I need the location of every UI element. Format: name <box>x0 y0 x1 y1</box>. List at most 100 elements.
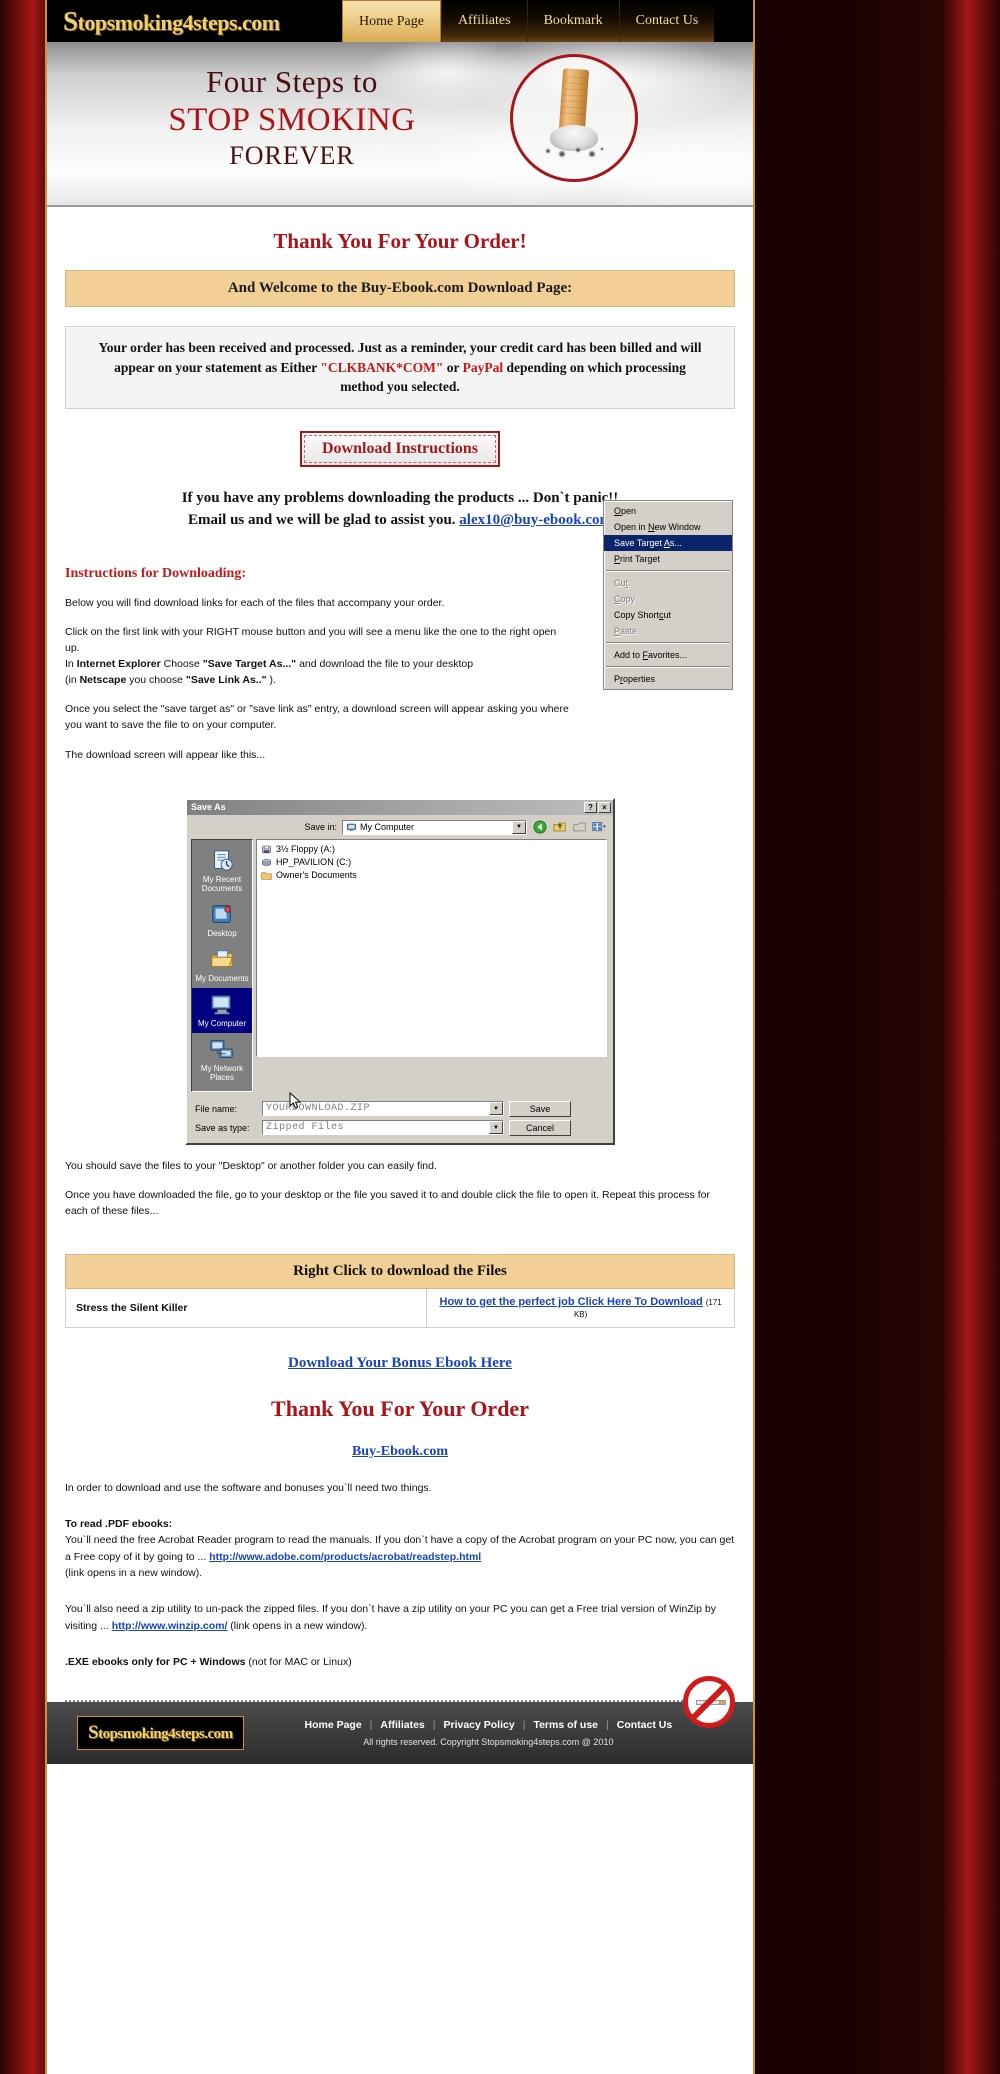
views-icon[interactable] <box>592 820 607 835</box>
instructions-p2-text: Click on the first link with your RIGHT … <box>65 626 557 655</box>
context-menu-item-open-in-new-window[interactable]: Open in New Window <box>604 519 732 535</box>
footer-divider-glyph: | <box>369 1719 373 1732</box>
floppy-drive-icon <box>262 845 271 853</box>
file-name-label: File name: <box>195 1103 238 1114</box>
download-row-link-cell: How to get the perfect job Click Here To… <box>426 1287 735 1328</box>
pdf-section-text-2: (link opens in a new window). <box>65 1567 203 1579</box>
save-as-titlebar: Save As ? × <box>187 799 613 815</box>
cancel-button[interactable]: Cancel <box>509 1119 571 1136</box>
context-menu-item-paste: Paste <box>614 626 638 636</box>
browser-context-menu[interactable]: Open Open in New Window Save Target As..… <box>603 500 733 690</box>
footer-link-terms-of-use[interactable]: Terms of use <box>533 1719 598 1731</box>
nav-tab-contact-us[interactable]: Contact Us <box>618 0 715 42</box>
nav-tab-affiliates[interactable]: Affiliates <box>440 0 527 42</box>
footer-divider-glyph: | <box>606 1719 609 1732</box>
footer-divider-glyph: | <box>522 1719 526 1732</box>
footer-link-home-page[interactable]: Home Page <box>304 1719 361 1731</box>
place-my-documents[interactable]: My Documents <box>192 943 252 988</box>
file-list-item-label: HP_PAVILION (C:) <box>276 856 352 867</box>
support-email-link[interactable]: alex10@buy-ebook.com <box>459 512 612 528</box>
file-list-item[interactable]: Owner's Documents <box>260 869 603 882</box>
no-smoking-icon <box>683 1676 735 1729</box>
exe-note-rest: (not for MAC or Linux) <box>248 1655 352 1668</box>
my-computer-icon <box>211 994 231 1014</box>
instructions-paragraph-5: You should save the files to your "Deskt… <box>65 1159 437 1172</box>
context-menu-item-open[interactable]: Open <box>604 503 732 519</box>
footer-logo-rest: topsmoking4steps.com <box>98 1726 233 1743</box>
save-in-row: Save in: My Computer ▼ <box>187 815 613 839</box>
context-menu-item-save-target-as[interactable]: Save Target As... <box>604 535 732 551</box>
instructions-p2b-mid: Choose <box>160 657 203 670</box>
back-icon[interactable] <box>532 820 547 835</box>
save-as-window-buttons: ? × <box>584 801 611 813</box>
place-my-computer[interactable]: My Computer <box>192 987 252 1033</box>
bonus-ebook-link[interactable]: Download Your Bonus Ebook Here <box>288 1355 512 1371</box>
up-one-level-icon[interactable] <box>552 820 567 835</box>
download-table-header: Right Click to download the Files <box>65 1253 735 1289</box>
instructions-paragraph-1: Below you will find download links for e… <box>65 596 445 609</box>
chevron-down-icon[interactable]: ▼ <box>489 1121 503 1135</box>
zip-section: You`ll also need a zip utility to un-pac… <box>65 1601 735 1634</box>
context-menu-item-copy-shortcut[interactable]: Copy Shortcut <box>604 607 732 623</box>
footer-divider-glyph: | <box>432 1719 436 1732</box>
create-folder-icon[interactable] <box>572 820 587 835</box>
netscape-label: Netscape <box>79 673 127 686</box>
hero-banner: Four Steps to STOP SMOKING FOREVER <box>47 42 753 207</box>
internet-explorer-label: Internet Explorer <box>76 657 161 670</box>
instructions-paragraph-4: The download screen will appear like thi… <box>65 748 266 761</box>
nav-tab-home-page[interactable]: Home Page <box>342 0 441 42</box>
recent-documents-icon <box>214 850 233 871</box>
chevron-down-icon[interactable]: ▼ <box>489 1102 503 1116</box>
help-icon[interactable]: ? <box>584 801 597 813</box>
my-computer-icon <box>347 823 356 831</box>
context-menu-item-properties[interactable]: Properties <box>604 671 732 687</box>
place-my-network-places[interactable]: My Network Places <box>192 1033 252 1087</box>
context-menu-separator <box>606 570 730 572</box>
file-list[interactable]: 3½ Floppy (A:) HP_PAVILION (C:) Owner's … <box>256 838 607 1057</box>
footer-right: Home Page | Affiliates | Privacy Policy | Term… <box>244 1719 753 1747</box>
winzip-link[interactable]: http://www.winzip.com/ <box>112 1620 228 1632</box>
order-notice-clickbank: "CLKBANK*COM" <box>320 359 444 375</box>
order-notice-paypal: PayPal <box>462 359 504 375</box>
place-my-recent-documents[interactable]: My Recent Documents <box>192 844 252 898</box>
footer-logo[interactable]: Stopsmoking4steps.com <box>77 1716 244 1751</box>
context-menu-item-add-to-favorites[interactable]: Add to Favorites... <box>604 647 732 663</box>
buy-ebook-link[interactable]: Buy-Ebook.com <box>352 1444 448 1459</box>
footer-navigation: Home Page | Affiliates | Privacy Policy | Term… <box>244 1719 733 1731</box>
instructions-p2b-post: and download the file to your desktop <box>296 657 474 670</box>
hard-drive-icon <box>262 858 271 866</box>
nav-tab-bookmark[interactable]: Bookmark <box>526 0 619 42</box>
save-as-body: My Recent Documents Desktop My Documents… <box>187 838 613 1096</box>
logo-initial: S <box>63 5 78 36</box>
nav-tab-label: Contact Us <box>635 13 699 28</box>
instructions-p2c-mid: you choose <box>126 673 186 686</box>
save-as-type-value: Zipped Files <box>266 1122 345 1134</box>
instructions-p2c-pre: (in <box>65 673 80 686</box>
save-button[interactable]: Save <box>509 1100 571 1117</box>
footer-link-affiliates[interactable]: Affiliates <box>380 1719 424 1731</box>
file-list-item[interactable]: HP_PAVILION (C:) <box>260 856 603 869</box>
save-as-type-select[interactable]: Zipped Files ▼ <box>262 1120 504 1136</box>
welcome-bar: And Welcome to the Buy-Ebook.com Downloa… <box>65 270 735 307</box>
exe-note: .EXE ebooks only for PC + Windows (not f… <box>65 1654 735 1670</box>
order-notice: Your order has been received and process… <box>65 326 735 409</box>
save-in-combobox[interactable]: My Computer ▼ <box>342 819 527 835</box>
download-instructions-button[interactable]: Download Instructions <box>299 430 501 467</box>
footer-link-privacy-policy[interactable]: Privacy Policy <box>443 1719 514 1731</box>
file-list-item[interactable]: 3½ Floppy (A:) <box>260 843 603 856</box>
instructions-p2c-post: ). <box>266 673 276 686</box>
site-logo[interactable]: Stopsmoking4steps.com <box>47 0 342 42</box>
chevron-down-icon[interactable]: ▼ <box>512 820 526 834</box>
instructions-paragraph-6: Once you have downloaded the file, go to… <box>65 1189 710 1218</box>
context-menu-item-print-target[interactable]: Print Target <box>604 551 732 567</box>
file-list-item-label: 3½ Floppy (A:) <box>276 843 336 854</box>
save-as-type-label: Save as type: <box>195 1122 250 1133</box>
mouse-cursor-icon <box>289 1091 302 1109</box>
close-icon[interactable]: × <box>598 801 611 813</box>
page-frame: Stopsmoking4steps.com Home Page Affiliat… <box>45 0 755 2074</box>
download-link[interactable]: How to get the perfect job Click Here To… <box>440 1296 703 1308</box>
exe-note-bold: .EXE ebooks only for PC + Windows <box>65 1655 249 1668</box>
place-desktop[interactable]: Desktop <box>192 898 252 943</box>
footer-link-contact-us[interactable]: Contact Us <box>617 1719 672 1731</box>
adobe-acrobat-link[interactable]: http://www.adobe.com/products/acrobat/re… <box>209 1551 481 1563</box>
